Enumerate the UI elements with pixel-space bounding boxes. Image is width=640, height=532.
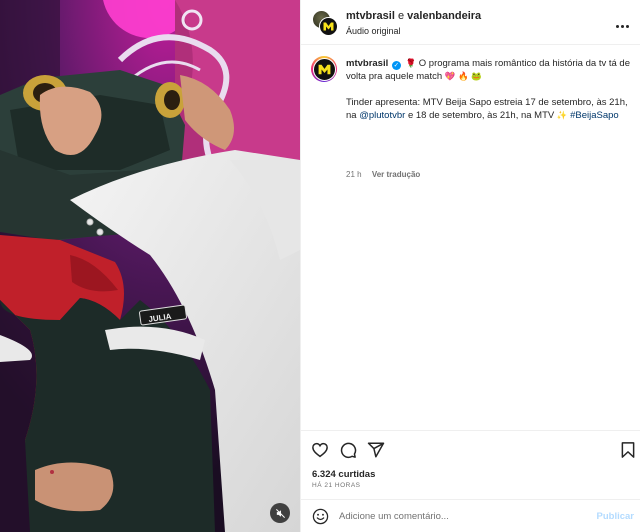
caption-text: mtvbrasil ✓ 🌹 O programa mais romântico …	[346, 57, 631, 122]
likes-count[interactable]: 6.324 curtidas	[312, 469, 375, 480]
share-icon[interactable]	[367, 441, 385, 459]
mtv-logo-icon	[323, 22, 334, 31]
comment-icon[interactable]	[339, 441, 357, 459]
post-details-panel: mtvbrasil e valenbandeira Áudio original…	[300, 0, 640, 532]
mute-button[interactable]	[270, 503, 290, 523]
comment-input[interactable]	[339, 506, 589, 526]
post-media[interactable]: JULIA	[0, 0, 300, 532]
caption-meta: 21 h Ver tradução	[346, 170, 420, 179]
save-bookmark-icon[interactable]	[619, 441, 637, 459]
emoji-picker-icon[interactable]	[312, 508, 329, 525]
caption-line2b: e 18 de setembro, às 21h, na MTV	[407, 110, 555, 121]
publish-button[interactable]: Publicar	[597, 511, 635, 522]
post-authors: mtvbrasil e valenbandeira	[346, 10, 481, 22]
caption-line1: O programa mais romântico da história da…	[346, 58, 630, 82]
heart-emoji-icon: 💖	[444, 71, 456, 81]
caption-username[interactable]: mtvbrasil	[346, 58, 388, 69]
post-header: mtvbrasil e valenbandeira Áudio original	[301, 0, 640, 45]
speaker-muted-icon	[275, 508, 285, 518]
verified-badge-icon: ✓	[391, 61, 401, 70]
action-bar	[301, 430, 640, 470]
author-link-mtvbrasil[interactable]: mtvbrasil	[346, 10, 395, 22]
mtv-logo-icon	[318, 64, 330, 74]
caption-paragraph-1: mtvbrasil ✓ 🌹 O programa mais romântico …	[346, 57, 631, 83]
author-link-valenbandeira[interactable]: valenbandeira	[407, 10, 481, 22]
frog-emoji-icon: 🐸	[471, 71, 482, 81]
hashtag-link[interactable]: #BeijaSapo	[570, 110, 619, 121]
audio-link[interactable]: Áudio original	[346, 26, 401, 36]
mention-link[interactable]: @plutotvbr	[359, 110, 405, 121]
post-time: HÁ 21 HORAS	[312, 482, 361, 489]
caption-age: 21 h	[346, 170, 362, 179]
sparkles-emoji-icon: ✨	[556, 110, 568, 120]
caption-paragraph-2: Tinder apresenta: MTV Beija Sapo estreia…	[346, 96, 631, 122]
video-frame: JULIA	[0, 0, 300, 532]
collab-avatars[interactable]	[312, 10, 338, 36]
comment-bar: Publicar	[301, 499, 640, 532]
heart-icon[interactable]	[311, 441, 329, 459]
caption-avatar[interactable]	[311, 56, 337, 82]
rose-emoji-icon: 🌹	[405, 58, 417, 68]
fire-emoji-icon: 🔥	[458, 71, 469, 81]
more-options-icon[interactable]	[615, 15, 631, 28]
author-separator: e	[397, 10, 405, 22]
translate-link[interactable]: Ver tradução	[372, 170, 420, 179]
avatar-mtvbrasil[interactable]	[319, 17, 338, 36]
